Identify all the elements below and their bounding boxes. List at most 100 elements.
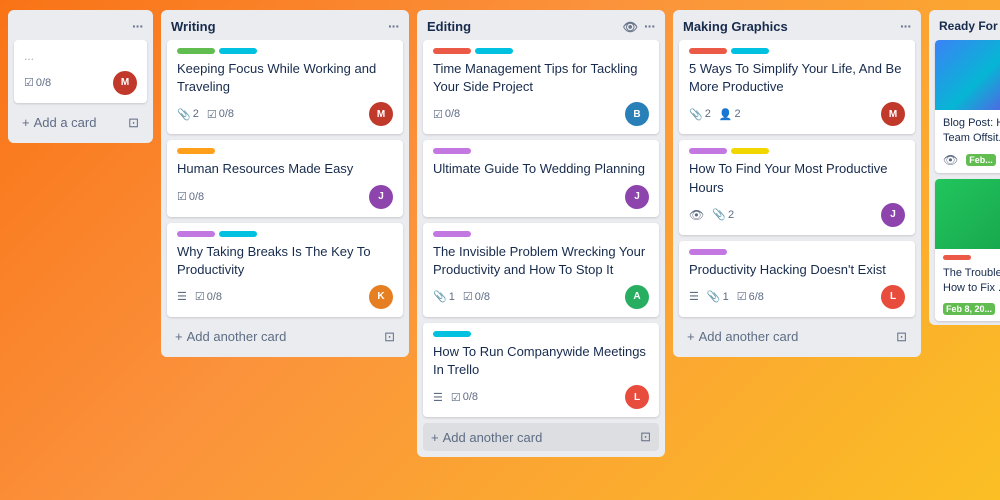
card-back-icon-editing: ⊡ bbox=[640, 429, 651, 445]
column-header-writing: Writing bbox=[161, 10, 409, 40]
check-icon-partial bbox=[24, 76, 34, 89]
card-labels-editing-3 bbox=[433, 231, 649, 237]
card-writing-3[interactable]: Why Taking Breaks Is The Key To Producti… bbox=[167, 223, 403, 317]
label-purple bbox=[177, 231, 215, 237]
column-menu-writing[interactable] bbox=[388, 18, 399, 34]
column-menu-editing[interactable] bbox=[644, 18, 655, 34]
avatar-mg-3: L bbox=[881, 285, 905, 309]
label-red bbox=[433, 48, 471, 54]
card-making-graphics-3[interactable]: Productivity Hacking Doesn't Exist 1 6/8… bbox=[679, 241, 915, 317]
check-badge-editing-3: 0/8 bbox=[463, 290, 490, 303]
card-meta-editing-4: 0/8 L bbox=[433, 385, 649, 409]
avatar-partial: M bbox=[113, 71, 137, 95]
list-icon bbox=[177, 290, 187, 303]
card-making-graphics-1[interactable]: 5 Ways To Simplify Your Life, And Be Mor… bbox=[679, 40, 915, 134]
check-icon bbox=[207, 108, 217, 121]
card-labels-editing-1 bbox=[433, 48, 649, 54]
avatar-editing-3: A bbox=[625, 285, 649, 309]
card-meta-editing-1: 0/8 B bbox=[433, 102, 649, 126]
card-labels-writing-2 bbox=[177, 148, 393, 154]
card-labels-editing-4 bbox=[433, 331, 649, 337]
card-badges-editing-4: 0/8 bbox=[433, 391, 478, 404]
card-labels-mg-1 bbox=[689, 48, 905, 54]
column-menu-partial[interactable] bbox=[132, 18, 143, 34]
add-card-button-writing[interactable]: + Add another card ⊡ bbox=[167, 323, 403, 351]
card-meta-ready-1: Feb... bbox=[943, 153, 1000, 167]
paperclip-badge-writing-1: 2 bbox=[177, 108, 199, 121]
column-header-ready: Ready For bbox=[929, 10, 1000, 40]
check-icon bbox=[737, 290, 747, 303]
column-body-writing: Keeping Focus While Working and Travelin… bbox=[161, 40, 409, 321]
card-badges-writing-2: 0/8 bbox=[177, 190, 204, 203]
green-badge-ready-2: Feb 8, 20... bbox=[943, 303, 995, 315]
card-image-ready-1: B bbox=[935, 40, 1000, 110]
add-card-label-partial: Add a card bbox=[34, 115, 97, 130]
card-partial[interactable]: ... 0/8 M bbox=[14, 40, 147, 103]
add-card-button-making-graphics[interactable]: + Add another card ⊡ bbox=[679, 323, 915, 351]
column-menu-making-graphics[interactable] bbox=[900, 18, 911, 34]
card-editing-3[interactable]: The Invisible Problem Wrecking Your Prod… bbox=[423, 223, 659, 317]
check-badge-writing-1: 0/8 bbox=[207, 108, 234, 121]
card-back-icon-writing: ⊡ bbox=[384, 329, 395, 345]
card-editing-1[interactable]: Time Management Tips for Tackling Your S… bbox=[423, 40, 659, 134]
eye-icon bbox=[943, 153, 958, 167]
paperclip-icon bbox=[433, 290, 447, 303]
eye-icon bbox=[689, 208, 704, 222]
card-title-mg-2: How To Find Your Most Productive Hours bbox=[689, 160, 905, 196]
avatar-writing-3: K bbox=[369, 285, 393, 309]
label-teal bbox=[219, 48, 257, 54]
card-meta-partial: 0/8 M bbox=[24, 71, 137, 95]
paperclip-badge-editing-3: 1 bbox=[433, 290, 455, 303]
card-ready-1[interactable]: B Blog Post: H... Team Offsit... Feb... bbox=[935, 40, 1000, 173]
eye-badge-ready-1 bbox=[943, 153, 958, 167]
card-title-writing-3: Why Taking Breaks Is The Key To Producti… bbox=[177, 243, 393, 279]
card-badges-writing-3: 0/8 bbox=[177, 290, 222, 303]
paperclip-icon bbox=[707, 290, 721, 303]
eye-badge-mg-2 bbox=[689, 208, 704, 222]
people-icon bbox=[719, 108, 733, 121]
card-title-editing-1: Time Management Tips for Tackling Your S… bbox=[433, 60, 649, 96]
card-labels-editing-2 bbox=[433, 148, 649, 154]
card-ready-2[interactable]: The Trouble... How to Fix ... Feb 8, 20.… bbox=[935, 179, 1000, 321]
column-header-making-graphics: Making Graphics bbox=[673, 10, 921, 40]
paperclip-icon bbox=[689, 108, 703, 121]
card-writing-2[interactable]: Human Resources Made Easy 0/8 J bbox=[167, 140, 403, 216]
add-card-button-partial[interactable]: + Add a card ⊡ bbox=[14, 109, 147, 137]
avatar-editing-2: J bbox=[625, 185, 649, 209]
card-labels-writing-3 bbox=[177, 231, 393, 237]
card-badges-mg-3: 1 6/8 bbox=[689, 290, 764, 303]
label-orange bbox=[177, 148, 215, 154]
card-writing-1[interactable]: Keeping Focus While Working and Travelin… bbox=[167, 40, 403, 134]
add-card-button-editing[interactable]: + Add another card ⊡ bbox=[423, 423, 659, 451]
column-title-making-graphics: Making Graphics bbox=[683, 19, 788, 34]
column-body-making-graphics: 5 Ways To Simplify Your Life, And Be Mor… bbox=[673, 40, 921, 321]
column-writing: Writing Keeping Focus While Working and … bbox=[161, 10, 409, 357]
paperclip-badge-mg-1: 2 bbox=[689, 108, 711, 121]
card-badges-ready-1: Feb... bbox=[943, 153, 996, 167]
card-badges-mg-1: 2 2 bbox=[689, 108, 741, 121]
paperclip-badge-mg-2: 2 bbox=[712, 208, 734, 221]
label-yellow-mg bbox=[731, 148, 769, 154]
card-title-editing-3: The Invisible Problem Wrecking Your Prod… bbox=[433, 243, 649, 279]
card-labels-mg-2 bbox=[689, 148, 905, 154]
avatar-mg-1: M bbox=[881, 102, 905, 126]
check-icon bbox=[451, 391, 461, 404]
avatar-editing-1: B bbox=[625, 102, 649, 126]
card-title-ready-1: Blog Post: H... Team Offsit... bbox=[943, 116, 1000, 147]
eye-icon-editing[interactable] bbox=[623, 18, 638, 34]
avatar-writing-2: J bbox=[369, 185, 393, 209]
card-editing-4[interactable]: How To Run Companywide Meetings In Trell… bbox=[423, 323, 659, 417]
label-purple-mg-3 bbox=[689, 249, 727, 255]
label-purple-editing-3 bbox=[433, 231, 471, 237]
card-making-graphics-2[interactable]: How To Find Your Most Productive Hours 2… bbox=[679, 140, 915, 234]
label-red-ready bbox=[943, 255, 971, 260]
avatar-editing-4: L bbox=[625, 385, 649, 409]
check-icon bbox=[463, 290, 473, 303]
card-editing-2[interactable]: Ultimate Guide To Wedding Planning J bbox=[423, 140, 659, 216]
check-badge-editing-1: 0/8 bbox=[433, 108, 460, 121]
people-badge-mg-1: 2 bbox=[719, 108, 741, 121]
card-meta-writing-3: 0/8 K bbox=[177, 285, 393, 309]
card-badges-writing-1: 2 0/8 bbox=[177, 108, 234, 121]
add-card-label-making-graphics: Add another card bbox=[699, 329, 799, 344]
paperclip-icon bbox=[712, 208, 726, 221]
